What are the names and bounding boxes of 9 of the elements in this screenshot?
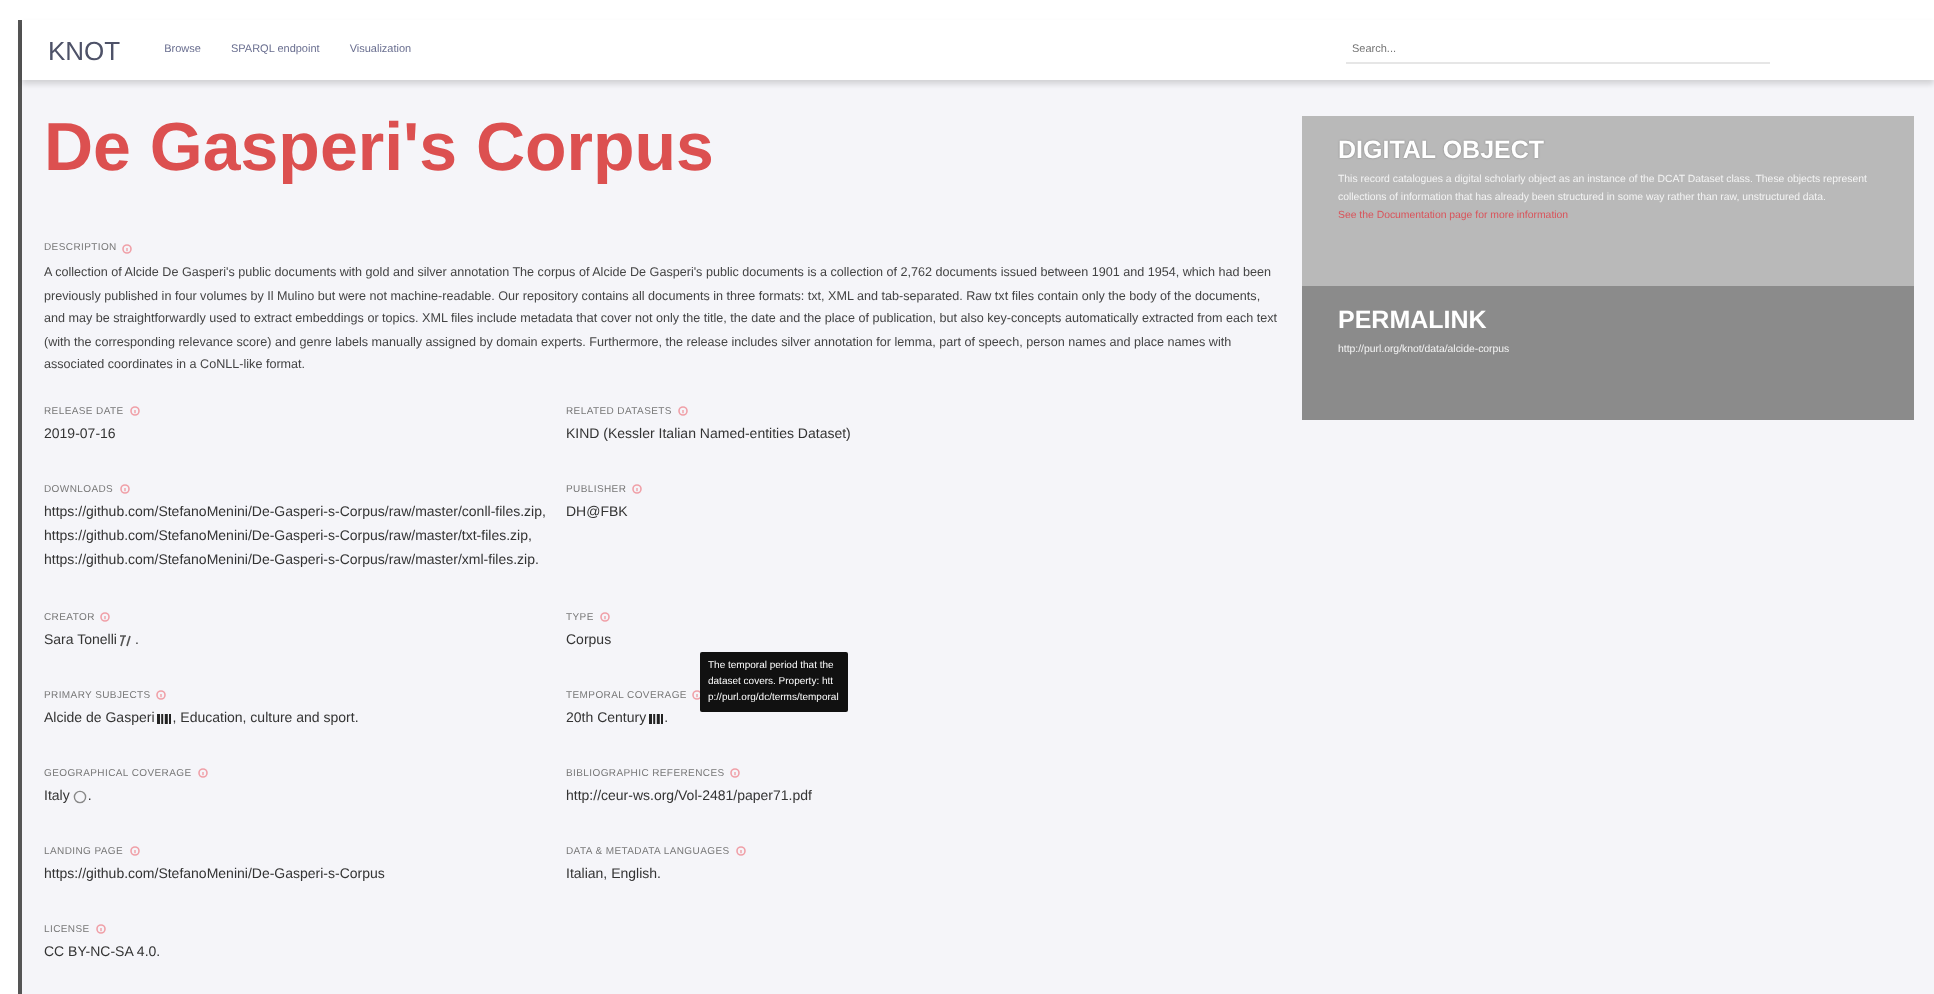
info-icon[interactable] (692, 690, 703, 700)
logo[interactable]: KNOT (48, 35, 121, 65)
panel-title: DIGITAL OBJECT (1338, 136, 1547, 164)
circle-icon[interactable] (71, 790, 88, 804)
bars-icon[interactable] (648, 712, 665, 726)
panel-title: PERMALINK (1338, 306, 1489, 334)
page-title: De Gasperi's Corpus (44, 108, 716, 190)
bars-icon[interactable] (156, 712, 173, 726)
slash-icon[interactable] (118, 634, 135, 648)
